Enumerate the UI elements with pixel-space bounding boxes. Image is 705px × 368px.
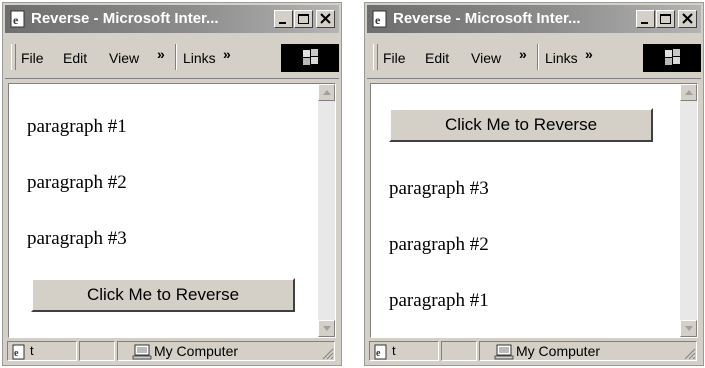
paragraph: paragraph #1 xyxy=(27,116,127,137)
scroll-down-button[interactable] xyxy=(680,320,697,337)
svg-text:e: e xyxy=(376,348,381,359)
browser-window-reversed: e Reverse - Microsoft Inter... File Edit… xyxy=(364,2,704,366)
page-content: paragraph #1 paragraph #2 paragraph #3 C… xyxy=(8,83,336,338)
menu-overflow-chevron[interactable]: » xyxy=(157,46,165,62)
menu-file[interactable]: File xyxy=(21,50,44,66)
status-text: t xyxy=(392,343,396,358)
title-bar[interactable]: e Reverse - Microsoft Inter... xyxy=(5,5,339,33)
links-overflow-chevron[interactable]: » xyxy=(223,46,231,62)
browser-window-original: e Reverse - Microsoft Inter... File Edit… xyxy=(2,2,342,366)
title-bar[interactable]: e Reverse - Microsoft Inter... xyxy=(367,5,701,33)
paragraph: paragraph #1 xyxy=(389,290,489,311)
windows-logo-icon xyxy=(665,49,680,65)
svg-text:e: e xyxy=(14,348,19,359)
close-icon xyxy=(682,13,693,24)
throbber xyxy=(281,44,339,72)
scroll-down-button[interactable] xyxy=(318,320,335,337)
vertical-scrollbar[interactable] xyxy=(318,84,335,337)
status-progress-cell xyxy=(79,341,115,361)
menu-edit[interactable]: Edit xyxy=(425,50,449,66)
links-label[interactable]: Links xyxy=(545,50,578,66)
menu-overflow-chevron[interactable]: » xyxy=(519,46,527,62)
minimize-button[interactable] xyxy=(274,10,293,28)
resize-grip-icon[interactable] xyxy=(682,346,696,360)
status-progress-cell xyxy=(441,341,477,361)
resize-grip-icon[interactable] xyxy=(320,346,334,360)
links-label[interactable]: Links xyxy=(183,50,216,66)
ie-page-icon: e xyxy=(372,10,387,28)
window-title: Reverse - Microsoft Inter... xyxy=(31,10,219,27)
status-bar: e t My Computer xyxy=(5,339,339,363)
reverse-button[interactable]: Click Me to Reverse xyxy=(389,108,653,142)
reverse-button[interactable]: Click Me to Reverse xyxy=(31,278,295,312)
status-text-cell: e t xyxy=(7,341,77,361)
menu-view[interactable]: View xyxy=(109,50,139,66)
menu-bar: File Edit View » Links » xyxy=(5,36,339,79)
my-computer-icon xyxy=(132,344,152,360)
zone-text: My Computer xyxy=(516,343,601,359)
zone-text: My Computer xyxy=(154,343,239,359)
status-bar: e t My Computer xyxy=(367,339,701,363)
minimize-icon xyxy=(641,22,648,24)
maximize-icon xyxy=(298,14,309,24)
scroll-down-arrow-icon xyxy=(685,326,693,331)
ie-page-icon: e xyxy=(10,10,25,28)
minimize-button[interactable] xyxy=(636,10,655,28)
page-status-icon: e xyxy=(12,344,25,360)
paragraph: paragraph #2 xyxy=(389,234,489,255)
close-icon xyxy=(320,13,331,24)
page-content: Click Me to Reverse paragraph #3 paragra… xyxy=(370,83,698,338)
scroll-down-arrow-icon xyxy=(323,326,331,331)
vertical-scrollbar[interactable] xyxy=(680,84,697,337)
maximize-icon xyxy=(660,14,671,24)
close-button[interactable] xyxy=(316,10,335,28)
scroll-up-arrow-icon xyxy=(323,90,331,95)
maximize-button[interactable] xyxy=(294,10,313,28)
toolbar-grip[interactable] xyxy=(373,44,378,70)
status-text: t xyxy=(30,343,34,358)
menu-bar: File Edit View » Links » xyxy=(367,36,701,79)
paragraph: paragraph #2 xyxy=(27,172,127,193)
status-zone-cell: My Computer xyxy=(117,341,335,361)
menu-file[interactable]: File xyxy=(383,50,406,66)
paragraph: paragraph #3 xyxy=(27,228,127,249)
menu-view[interactable]: View xyxy=(471,50,501,66)
svg-text:e: e xyxy=(375,13,381,27)
scroll-up-arrow-icon xyxy=(685,90,693,95)
window-title: Reverse - Microsoft Inter... xyxy=(393,10,581,27)
menu-edit[interactable]: Edit xyxy=(63,50,87,66)
maximize-button[interactable] xyxy=(656,10,675,28)
scroll-up-button[interactable] xyxy=(318,84,335,101)
toolbar-grip[interactable] xyxy=(11,44,16,70)
svg-text:e: e xyxy=(13,13,19,27)
page-status-icon: e xyxy=(374,344,387,360)
toolbar-separator xyxy=(175,44,177,70)
links-overflow-chevron[interactable]: » xyxy=(585,46,593,62)
close-button[interactable] xyxy=(678,10,697,28)
toolbar-separator xyxy=(537,44,539,70)
windows-logo-icon xyxy=(303,49,318,65)
paragraph: paragraph #3 xyxy=(389,178,489,199)
minimize-icon xyxy=(279,22,286,24)
scroll-up-button[interactable] xyxy=(680,84,697,101)
status-text-cell: e t xyxy=(369,341,439,361)
my-computer-icon xyxy=(494,344,514,360)
status-zone-cell: My Computer xyxy=(479,341,697,361)
throbber xyxy=(643,44,701,72)
